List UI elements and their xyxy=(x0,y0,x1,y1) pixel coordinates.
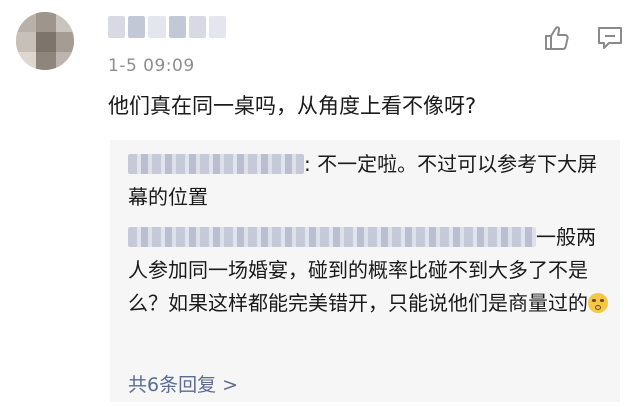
avatar[interactable] xyxy=(16,12,74,70)
more-replies-link[interactable]: 共6条回复 > xyxy=(128,370,238,397)
reply-author-blurred[interactable] xyxy=(128,226,536,247)
reply-item: : 不一定啦。不过可以参考下大屏幕的位置 xyxy=(128,148,610,214)
comment-time: 1-5 09:09 xyxy=(108,56,195,76)
reply-item: 一般两人参加同一场婚宴，碰到的概率比碰不到大多了不是么？如果这样都能完美错开，只… xyxy=(128,221,610,320)
username-blurred[interactable] xyxy=(108,16,227,38)
thumbs-up-icon[interactable] xyxy=(543,24,571,52)
comment-bubble-icon[interactable] xyxy=(596,24,624,52)
reply-box: : 不一定啦。不过可以参考下大屏幕的位置 一般两人参加同一场婚宴，碰到的概率比碰… xyxy=(110,140,620,402)
reply-author-blurred[interactable] xyxy=(128,153,304,174)
comment-text: 他们真在同一桌吗，从角度上看不像呀? xyxy=(108,94,477,118)
fearful-face-emoji-icon xyxy=(588,293,608,313)
